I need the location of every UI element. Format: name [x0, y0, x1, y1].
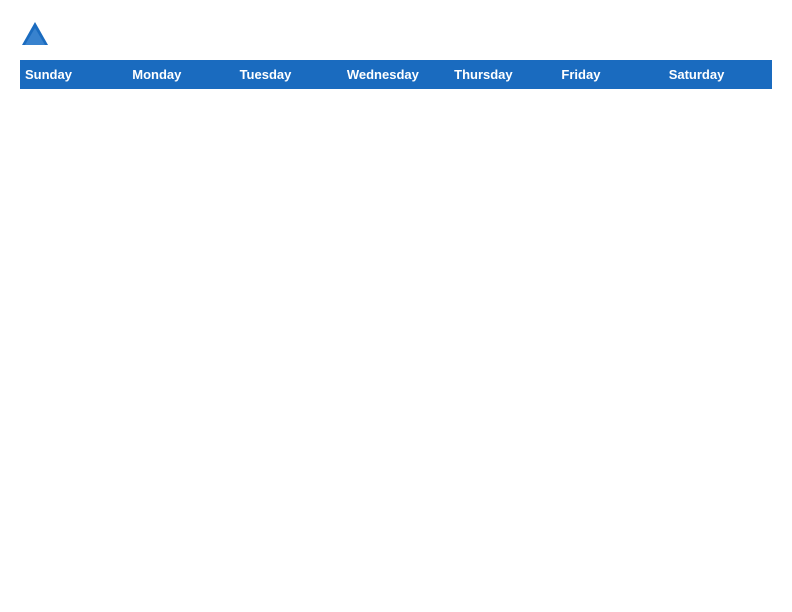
- col-header-tuesday: Tuesday: [235, 61, 342, 89]
- col-header-sunday: Sunday: [21, 61, 128, 89]
- calendar-table: SundayMondayTuesdayWednesdayThursdayFrid…: [20, 60, 772, 89]
- col-header-friday: Friday: [557, 61, 664, 89]
- col-header-wednesday: Wednesday: [342, 61, 449, 89]
- col-header-monday: Monday: [128, 61, 235, 89]
- logo-icon: [20, 20, 50, 50]
- logo: [20, 20, 54, 50]
- page-header: [20, 20, 772, 50]
- col-header-thursday: Thursday: [450, 61, 557, 89]
- col-header-saturday: Saturday: [664, 61, 771, 89]
- header-row: SundayMondayTuesdayWednesdayThursdayFrid…: [21, 61, 772, 89]
